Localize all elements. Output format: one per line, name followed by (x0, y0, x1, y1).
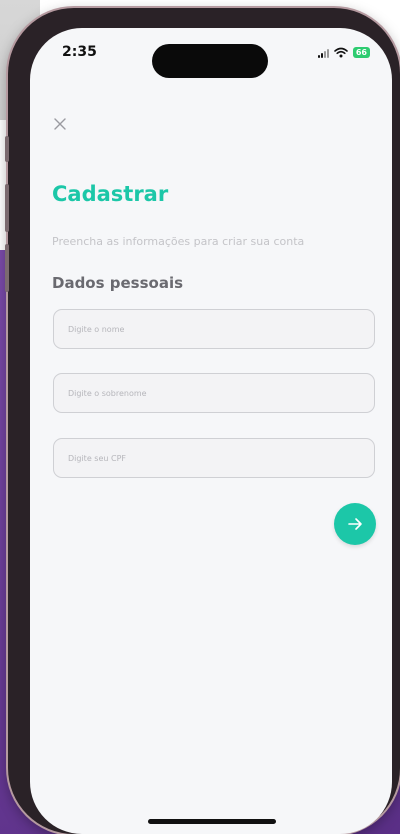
section-heading: Dados pessoais (52, 274, 184, 292)
battery-icon: 66 (352, 47, 370, 58)
app-screen: 2:35 66 Cadastrar Preencha as informaçõe… (30, 28, 392, 834)
next-button[interactable] (334, 503, 376, 545)
phone-volume-down-button (5, 244, 9, 292)
first-name-input[interactable] (53, 309, 375, 349)
home-indicator[interactable] (148, 819, 276, 824)
page-title: Cadastrar (52, 182, 169, 206)
signal-icon (317, 48, 329, 58)
status-icons: 66 (317, 47, 370, 58)
dynamic-island (152, 44, 268, 78)
screenshot-stage: 2:35 66 Cadastrar Preencha as informaçõe… (0, 0, 400, 834)
phone-volume-up-button (5, 184, 9, 232)
last-name-input[interactable] (53, 373, 375, 413)
wifi-icon (334, 47, 348, 58)
cpf-input[interactable] (53, 438, 375, 478)
arrow-right-icon (348, 518, 362, 530)
phone-action-button (5, 136, 9, 162)
page-subtitle: Preencha as informações para criar sua c… (52, 235, 305, 248)
status-time: 2:35 (62, 44, 97, 60)
phone-frame: 2:35 66 Cadastrar Preencha as informaçõe… (5, 8, 400, 834)
close-icon[interactable] (52, 116, 68, 132)
